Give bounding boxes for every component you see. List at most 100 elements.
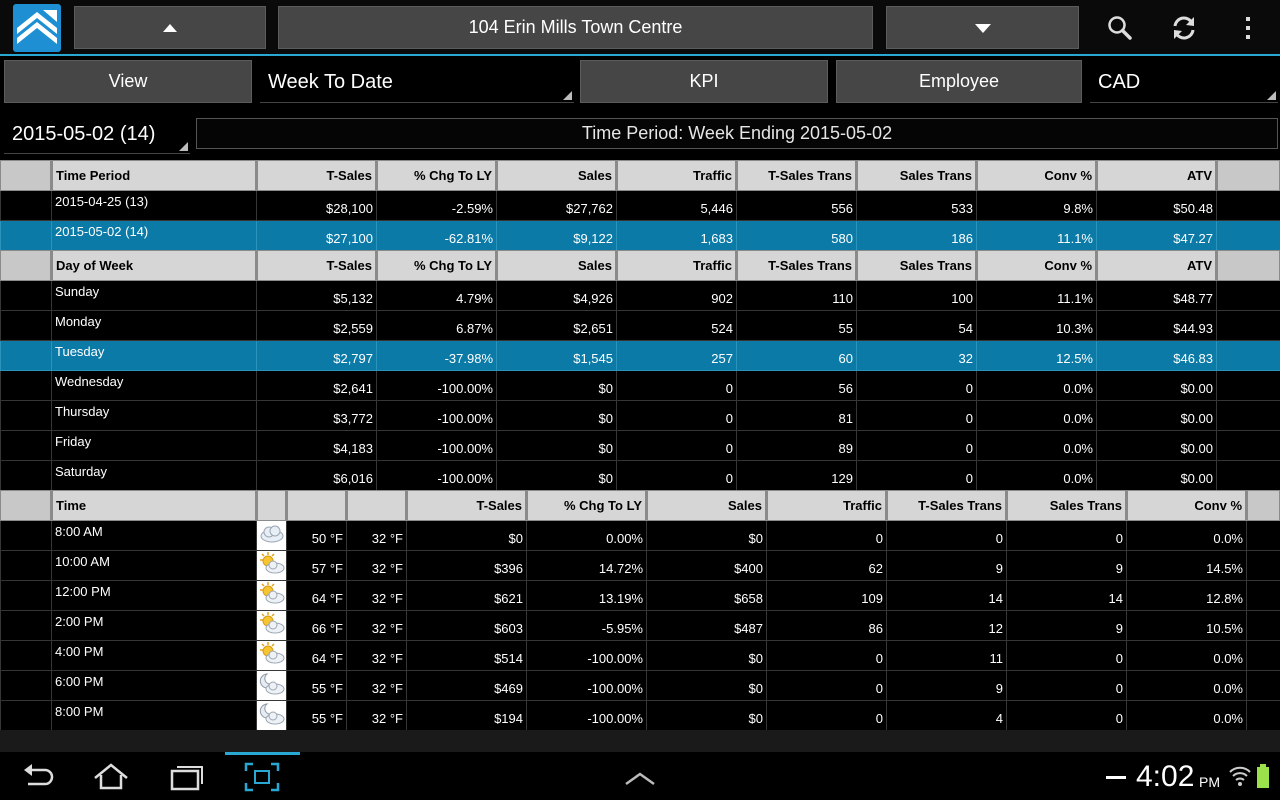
table-row[interactable]: Thursday $3,772 -100.00% $0 0 81 0 0.0% $0.00 xyxy=(0,400,1280,431)
row-spacer-cell xyxy=(1246,640,1280,671)
chevron-up-icon[interactable] xyxy=(622,766,658,796)
column-header[interactable]: T-Sales Trans xyxy=(736,160,858,191)
store-selector-button[interactable]: 104 Erin Mills Town Centre xyxy=(278,6,873,49)
table-row[interactable]: 6:00 PM 55 °F 32 °F $469 -100.00% $0 0 9 0 0.0% xyxy=(0,670,1280,701)
table-cell: 110 xyxy=(736,280,857,311)
currency-spinner[interactable]: CAD xyxy=(1090,60,1278,103)
column-header[interactable] xyxy=(346,490,408,521)
row-spacer-cell xyxy=(1216,370,1280,401)
table-row[interactable]: Tuesday $2,797 -37.98% $1,545 257 60 32 12.5% $4… xyxy=(0,340,1280,371)
search-icon[interactable] xyxy=(1104,12,1136,44)
column-header[interactable]: Conv % xyxy=(976,250,1098,281)
overflow-menu-icon[interactable] xyxy=(1232,12,1264,44)
column-header[interactable]: T-Sales xyxy=(256,160,378,191)
column-header[interactable]: Sales Trans xyxy=(856,160,978,191)
row-spacer-cell xyxy=(0,700,52,731)
column-header[interactable]: Sales Trans xyxy=(1006,490,1128,521)
table-row[interactable]: 8:00 AM 50 °F 32 °F $0 0.00% $0 0 0 0 0.0% xyxy=(0,520,1280,551)
column-header[interactable]: Sales xyxy=(496,160,618,191)
screenshot-icon[interactable] xyxy=(244,762,280,792)
back-icon[interactable] xyxy=(20,762,56,792)
column-header[interactable] xyxy=(286,490,348,521)
table-row[interactable]: 4:00 PM 64 °F 32 °F $514 -100.00% $0 0 11 0 0.0% xyxy=(0,640,1280,671)
table-cell: $658 xyxy=(646,580,767,611)
table-row[interactable]: Sunday $5,132 4.79% $4,926 902 110 100 11.1% $48… xyxy=(0,280,1280,311)
next-store-button[interactable] xyxy=(886,6,1079,49)
table-row[interactable]: 10:00 AM 57 °F 32 °F $396 14.72% $400 62 9 9 14.5… xyxy=(0,550,1280,581)
table-cell: $5,132 xyxy=(256,280,377,311)
column-header[interactable]: T-Sales Trans xyxy=(886,490,1008,521)
column-header[interactable]: % Chg To LY xyxy=(376,160,498,191)
table-row[interactable]: 8:00 PM 55 °F 32 °F $194 -100.00% $0 0 4 0 0.0% xyxy=(0,700,1280,731)
employee-button[interactable]: Employee xyxy=(836,60,1082,103)
table-cell: $0 xyxy=(496,430,617,461)
column-header[interactable]: Traffic xyxy=(616,160,738,191)
row-spacer-cell xyxy=(0,610,52,641)
column-header[interactable]: % Chg To LY xyxy=(526,490,648,521)
row-spacer-cell xyxy=(0,430,52,461)
table-row[interactable]: 2:00 PM 66 °F 32 °F $603 -5.95% $487 86 12 9 10.5… xyxy=(0,610,1280,641)
table-row[interactable]: 12:00 PM 64 °F 32 °F $621 13.19% $658 109 14 14 1… xyxy=(0,580,1280,611)
table-row[interactable]: 2015-05-02 (14) $27,100 -62.81% $9,122 1,683… xyxy=(0,220,1280,251)
table-cell: 0 xyxy=(616,370,737,401)
kpi-button[interactable]: KPI xyxy=(580,60,828,103)
table-row[interactable]: 2015-04-25 (13) $28,100 -2.59% $27,762 5,446… xyxy=(0,190,1280,221)
table-row[interactable]: Friday $4,183 -100.00% $0 0 89 0 0.0% $0.00 xyxy=(0,430,1280,461)
header-spacer-cell xyxy=(0,490,53,521)
column-header[interactable]: % Chg To LY xyxy=(376,250,498,281)
table-cell: -62.81% xyxy=(376,220,497,251)
weather-cell xyxy=(256,640,287,671)
row-spacer-cell xyxy=(1216,460,1280,491)
table-row[interactable]: Monday $2,559 6.87% $2,651 524 55 54 10.3% $44.9… xyxy=(0,310,1280,341)
column-header[interactable] xyxy=(256,490,288,521)
column-header[interactable]: Day of Week xyxy=(51,250,258,281)
header-spacer-cell xyxy=(1216,250,1280,281)
system-navigation-bar xyxy=(0,752,1280,800)
table-cell: 10.3% xyxy=(976,310,1097,341)
column-header[interactable]: T-Sales xyxy=(256,250,378,281)
app-logo-icon[interactable] xyxy=(13,4,61,52)
column-header[interactable]: Conv % xyxy=(976,160,1098,191)
column-header[interactable]: Sales Trans xyxy=(856,250,978,281)
column-header[interactable]: Sales xyxy=(496,250,618,281)
table-cell: $400 xyxy=(646,550,767,581)
row-spacer-cell xyxy=(0,190,52,221)
table-cell: $4,183 xyxy=(256,430,377,461)
column-header[interactable]: T-Sales Trans xyxy=(736,250,858,281)
table-cell: 14.5% xyxy=(1126,550,1247,581)
status-clock[interactable]: 4:02 xyxy=(1136,760,1194,794)
row-spacer-cell xyxy=(0,580,52,611)
low-temp-cell: 32 °F xyxy=(346,640,407,671)
table-cell: 9 xyxy=(1006,610,1127,641)
row-spacer-cell xyxy=(1216,190,1280,221)
time-cell: 12:00 PM xyxy=(51,580,257,611)
column-header[interactable]: T-Sales xyxy=(406,490,528,521)
previous-store-button[interactable] xyxy=(74,6,266,49)
period-spinner[interactable]: Week To Date xyxy=(260,60,574,103)
table-cell: $4,926 xyxy=(496,280,617,311)
column-header[interactable]: Sales xyxy=(646,490,768,521)
table-cell: 14.72% xyxy=(526,550,647,581)
column-header[interactable]: Traffic xyxy=(766,490,888,521)
table-row[interactable]: Wednesday $2,641 -100.00% $0 0 56 0 0.0% $0.00 xyxy=(0,370,1280,401)
date-spinner[interactable]: 2015-05-02 (14) xyxy=(4,113,190,154)
home-icon[interactable] xyxy=(93,762,129,792)
low-temp-cell: 32 °F xyxy=(346,670,407,701)
partly-sunny-icon xyxy=(259,642,284,664)
row-spacer-cell xyxy=(1246,580,1280,611)
column-header[interactable]: Traffic xyxy=(616,250,738,281)
view-button[interactable]: View xyxy=(4,60,252,103)
column-header[interactable]: ATV xyxy=(1096,160,1218,191)
recent-apps-icon[interactable] xyxy=(169,762,205,792)
column-header[interactable]: Time xyxy=(51,490,258,521)
column-header[interactable]: ATV xyxy=(1096,250,1218,281)
refresh-icon[interactable] xyxy=(1168,12,1200,44)
table-cell: $48.77 xyxy=(1096,280,1217,311)
table-cell: 129 xyxy=(736,460,857,491)
column-header[interactable]: Conv % xyxy=(1126,490,1248,521)
table-cell: 13.19% xyxy=(526,580,647,611)
table-row[interactable]: Saturday $6,016 -100.00% $0 0 129 0 0.0% $0.00 xyxy=(0,460,1280,491)
table-cell: 9 xyxy=(886,670,1007,701)
column-header[interactable]: Time Period xyxy=(51,160,258,191)
row-spacer-cell xyxy=(0,370,52,401)
